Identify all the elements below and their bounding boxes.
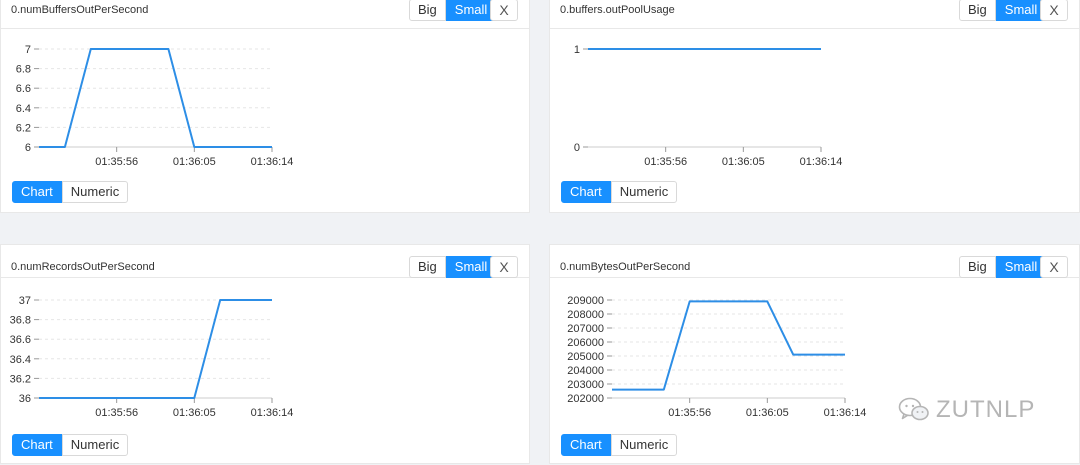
x-tick-label: 01:36:14 bbox=[824, 407, 867, 419]
big-button[interactable]: Big bbox=[409, 0, 446, 21]
metric-panel: 0.numBuffersOutPerSecond Big Small X 6 6.… bbox=[0, 0, 530, 213]
x-tick-label: 01:36:05 bbox=[746, 407, 789, 419]
watermark: ZUTNLP bbox=[898, 396, 1035, 424]
panel-header: 0.numRecordsOutPerSecond Big Small X bbox=[1, 245, 529, 278]
panel-header: 0.buffers.outPoolUsage Big Small X bbox=[550, 0, 1079, 29]
close-button[interactable]: X bbox=[1040, 256, 1068, 278]
small-button[interactable]: Small bbox=[995, 0, 1047, 21]
y-tick-label: 202000 bbox=[567, 393, 604, 405]
small-button[interactable]: Small bbox=[445, 256, 497, 278]
big-button[interactable]: Big bbox=[409, 256, 446, 278]
chart-button[interactable]: Chart bbox=[561, 434, 611, 456]
y-tick-label: 203000 bbox=[567, 379, 604, 391]
view-mode-toggle: Chart Numeric bbox=[561, 181, 678, 203]
x-tick-label: 01:35:56 bbox=[644, 156, 687, 168]
panel-header: 0.numBuffersOutPerSecond Big Small X bbox=[1, 0, 529, 29]
y-tick-label: 6.2 bbox=[16, 122, 31, 134]
y-tick-label: 1 bbox=[574, 44, 580, 56]
panel-header: 0.numBytesOutPerSecond Big Small X bbox=[550, 245, 1079, 278]
view-mode-toggle: Chart Numeric bbox=[12, 181, 129, 203]
y-tick-label: 6.6 bbox=[16, 83, 31, 95]
close-button[interactable]: X bbox=[490, 256, 518, 278]
close-button[interactable]: X bbox=[1040, 0, 1068, 21]
wechat-icon bbox=[898, 397, 929, 421]
numeric-button[interactable]: Numeric bbox=[61, 181, 129, 203]
series-line bbox=[612, 300, 845, 391]
small-button[interactable]: Small bbox=[995, 256, 1047, 278]
y-tick-label: 205000 bbox=[567, 351, 604, 363]
chart-button[interactable]: Chart bbox=[561, 181, 611, 203]
x-tick-label: 01:36:14 bbox=[251, 156, 294, 168]
chart-button[interactable]: Chart bbox=[12, 434, 62, 456]
size-toggle: Big Small bbox=[959, 0, 1047, 21]
panel-title: 0.numBuffersOutPerSecond bbox=[11, 4, 149, 16]
y-tick-label: 207000 bbox=[567, 323, 604, 335]
panel-title: 0.buffers.outPoolUsage bbox=[560, 4, 675, 16]
y-tick-label: 37 bbox=[19, 295, 31, 307]
x-tick-label: 01:36:14 bbox=[800, 156, 843, 168]
x-tick-label: 01:35:56 bbox=[95, 156, 138, 168]
chart-button[interactable]: Chart bbox=[12, 181, 62, 203]
size-toggle: Big Small bbox=[409, 256, 497, 278]
numeric-button[interactable]: Numeric bbox=[61, 434, 129, 456]
watermark-text: ZUTNLP bbox=[936, 396, 1036, 423]
y-tick-label: 36.6 bbox=[10, 334, 31, 346]
y-tick-label: 6.8 bbox=[16, 64, 31, 76]
big-button[interactable]: Big bbox=[959, 256, 996, 278]
small-button[interactable]: Small bbox=[445, 0, 497, 21]
y-tick-label: 208000 bbox=[567, 309, 604, 321]
y-tick-label: 36.8 bbox=[10, 315, 31, 327]
y-tick-label: 0 bbox=[574, 142, 580, 154]
y-tick-label: 6.4 bbox=[16, 103, 31, 115]
x-tick-label: 01:36:05 bbox=[173, 407, 216, 419]
x-tick-label: 01:36:05 bbox=[173, 156, 216, 168]
y-tick-label: 6 bbox=[25, 142, 31, 154]
close-button[interactable]: X bbox=[490, 0, 518, 21]
big-button[interactable]: Big bbox=[959, 0, 996, 21]
size-toggle: Big Small bbox=[959, 256, 1047, 278]
metric-panel: 0.numRecordsOutPerSecond Big Small X 36 3… bbox=[0, 244, 530, 464]
view-mode-toggle: Chart Numeric bbox=[12, 434, 129, 456]
y-tick-label: 206000 bbox=[567, 337, 604, 349]
x-tick-label: 01:35:56 bbox=[668, 407, 711, 419]
y-tick-label: 36.2 bbox=[10, 373, 31, 385]
x-tick-label: 01:35:56 bbox=[95, 407, 138, 419]
y-tick-label: 209000 bbox=[567, 295, 604, 307]
numeric-button[interactable]: Numeric bbox=[610, 434, 678, 456]
numeric-button[interactable]: Numeric bbox=[610, 181, 678, 203]
series-line bbox=[39, 299, 272, 399]
y-tick-label: 36.4 bbox=[10, 354, 31, 366]
x-tick-label: 01:36:14 bbox=[251, 407, 294, 419]
series-line bbox=[39, 48, 272, 148]
y-tick-label: 36 bbox=[19, 393, 31, 405]
panel-title: 0.numBytesOutPerSecond bbox=[560, 261, 691, 273]
y-tick-label: 204000 bbox=[567, 365, 604, 377]
x-tick-label: 01:36:05 bbox=[722, 156, 765, 168]
size-toggle: Big Small bbox=[409, 0, 497, 21]
panel-title: 0.numRecordsOutPerSecond bbox=[11, 261, 155, 273]
view-mode-toggle: Chart Numeric bbox=[561, 434, 678, 456]
metric-panel: 0.buffers.outPoolUsage Big Small X 0 1 01:… bbox=[549, 0, 1080, 213]
metric-panel: 0.numBytesOutPerSecond Big Small X 20200… bbox=[549, 244, 1080, 464]
y-tick-label: 7 bbox=[25, 44, 31, 56]
